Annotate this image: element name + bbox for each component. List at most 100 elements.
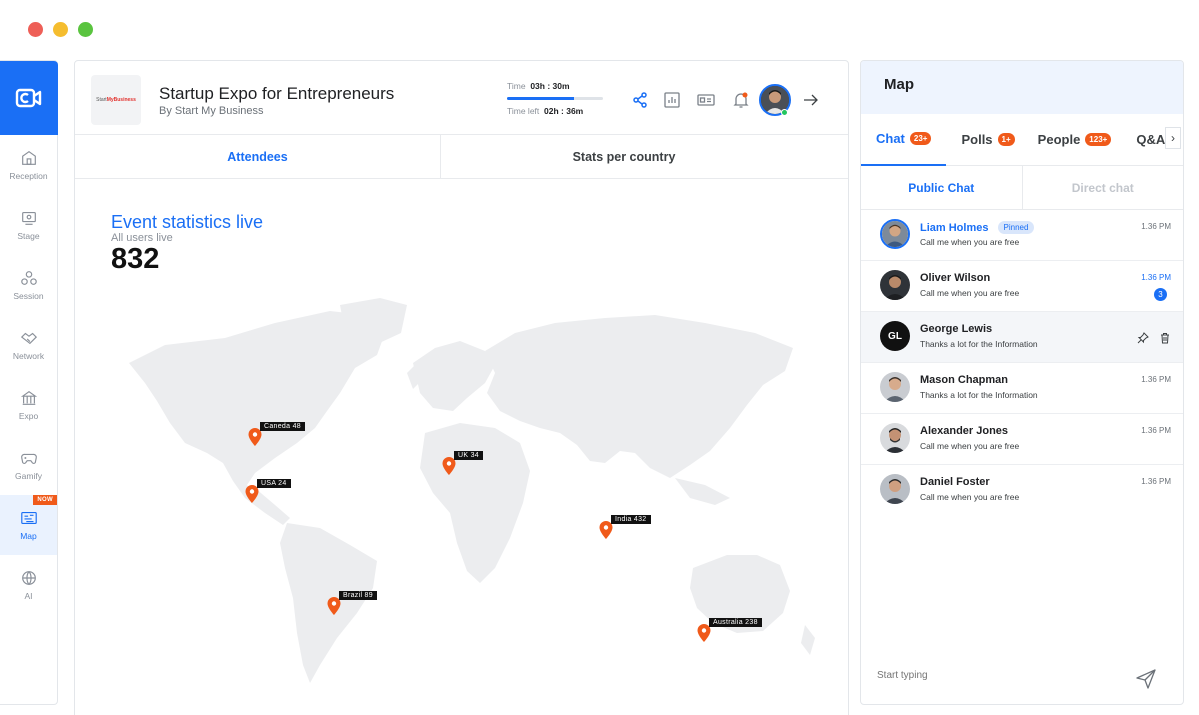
pin-label-brazil: Brazil 89 — [339, 591, 377, 600]
message-text: Call me when you are free — [920, 492, 1020, 502]
message-text: Thanks a lot for the Information — [920, 390, 1038, 400]
stage-icon — [21, 212, 36, 225]
pinned-badge: Pinned — [997, 221, 1035, 234]
event-logo-start: Start — [96, 97, 107, 103]
avatar — [880, 270, 910, 300]
time-progress-fill — [507, 97, 575, 100]
list-item[interactable]: Liam Holmes Pinned Call me when you are … — [861, 210, 1183, 261]
pin-label-australia: Australia 238 — [709, 618, 762, 627]
main-panel: Start MyBusiness Startup Expo for Entrepr… — [74, 60, 849, 715]
tab-polls-label: Polls — [961, 132, 993, 147]
right-panel-title: Map — [861, 61, 1183, 114]
list-item[interactable]: Daniel Foster Call me when you are free … — [861, 465, 1183, 516]
camera-logo-icon — [15, 88, 42, 108]
maximize-window-dot[interactable] — [78, 22, 93, 37]
minimize-window-dot[interactable] — [53, 22, 68, 37]
nav-map[interactable]: NOW Map — [0, 495, 57, 555]
pin-label-usa: USA 24 — [257, 479, 291, 488]
bell-icon[interactable] — [732, 91, 750, 109]
tab-direct-chat[interactable]: Direct chat — [1023, 166, 1184, 209]
avatar-portrait-icon — [880, 423, 910, 453]
trash-icon[interactable] — [1159, 332, 1171, 344]
chat-input[interactable] — [877, 670, 1127, 681]
tab-people-label: People — [1037, 132, 1081, 147]
nav-label: Map — [20, 531, 37, 541]
nav-reception[interactable]: Reception — [0, 135, 57, 195]
people-count-badge: 123+ — [1085, 133, 1112, 146]
id-card-icon[interactable] — [697, 91, 715, 109]
europe-shape — [413, 341, 495, 411]
message-text: Call me when you are free — [920, 288, 1020, 298]
tab-chat-label: Chat — [876, 131, 905, 146]
nav-stage[interactable]: Stage — [0, 195, 57, 255]
event-header: Start MyBusiness Startup Expo for Entrepr… — [75, 61, 848, 135]
gamepad-icon — [20, 453, 37, 464]
pin-label-uk: UK 34 — [454, 451, 483, 460]
avatar — [880, 423, 910, 453]
author-name: Liam Holmes — [920, 222, 989, 234]
new-badge: NOW — [33, 495, 57, 505]
avatar-portrait-icon — [880, 372, 910, 402]
list-item[interactable]: Mason Chapman Thanks a lot for the Infor… — [861, 363, 1183, 414]
app-logo[interactable] — [0, 61, 58, 135]
left-nav: Reception Stage Session Network Expo Gam… — [0, 60, 58, 705]
nav-label: Session — [13, 291, 44, 301]
message-text: Thanks a lot for the Information — [920, 339, 1038, 349]
map-icon — [20, 512, 37, 524]
polls-count-badge: 1+ — [997, 133, 1015, 146]
tab-qa-label: Q&A — [1136, 132, 1166, 147]
avatar-portrait-icon — [882, 221, 908, 247]
message-time: 1.36 PM — [1141, 426, 1171, 435]
tab-polls[interactable]: Polls 1+ — [946, 114, 1029, 166]
nav-ai[interactable]: AI — [0, 555, 57, 615]
nav-label: Network — [12, 351, 45, 361]
view-tabs: Attendees Stats per country — [75, 135, 848, 179]
nav-expo[interactable]: Expo — [0, 375, 57, 435]
tab-public-chat[interactable]: Public Chat — [861, 166, 1023, 209]
list-item[interactable]: Oliver Wilson Call me when you are free … — [861, 261, 1183, 312]
nav-label: Gamify — [15, 471, 42, 481]
tab-chat[interactable]: Chat 23+ — [861, 114, 947, 166]
unread-count-badge: 3 — [1154, 288, 1167, 301]
tab-attendees[interactable]: Attendees — [75, 135, 441, 178]
event-logo-business: MyBusiness — [106, 97, 136, 103]
tab-stats-per-country[interactable]: Stats per country — [441, 135, 807, 178]
stats-icon[interactable] — [663, 91, 681, 109]
nav-label: Reception — [9, 171, 48, 181]
event-title: Startup Expo for Entrepreneurs — [159, 84, 395, 103]
pin-label-canada: Caneda 48 — [260, 422, 305, 431]
message-author: Oliver Wilson — [920, 272, 991, 284]
world-map[interactable]: Caneda 48 USA 24 UK 34 India 432 Brazil … — [115, 293, 825, 693]
pin-icon[interactable] — [1137, 332, 1149, 344]
tab-people[interactable]: People 123+ — [1030, 114, 1127, 166]
list-item[interactable]: GL George Lewis Thanks a lot for the Inf… — [861, 312, 1183, 363]
message-text: Call me when you are free — [920, 441, 1020, 451]
close-window-dot[interactable] — [28, 22, 43, 37]
pin-label-india: India 432 — [611, 515, 651, 524]
nav-gamify[interactable]: Gamify — [0, 435, 57, 495]
send-icon[interactable] — [1135, 668, 1157, 690]
reception-icon — [21, 150, 36, 165]
avatar-portrait-icon — [880, 474, 910, 504]
handshake-icon — [20, 332, 37, 345]
africa-shape — [420, 423, 530, 583]
session-icon — [20, 271, 37, 285]
expo-icon — [20, 390, 37, 405]
avatar — [880, 474, 910, 504]
time-left-value: 02h : 36m — [544, 106, 584, 116]
nav-session[interactable]: Session — [0, 255, 57, 315]
message-author: George Lewis — [920, 323, 993, 335]
ai-icon — [21, 571, 36, 586]
share-icon[interactable] — [631, 91, 649, 109]
message-author: Mason Chapman — [920, 374, 1009, 386]
nav-network[interactable]: Network — [0, 315, 57, 375]
time-value: 03h : 30m — [530, 81, 570, 91]
time-label: Time — [507, 81, 526, 91]
world-map-shape — [129, 298, 815, 683]
list-item[interactable]: Alexander Jones Call me when you are fre… — [861, 414, 1183, 465]
tabs-next-button[interactable]: › — [1165, 127, 1181, 149]
arrow-right-icon[interactable] — [802, 91, 820, 109]
event-logo: Start MyBusiness — [91, 75, 141, 125]
chat-composer — [861, 650, 1183, 704]
chat-type-toggle: Public Chat Direct chat — [861, 166, 1183, 210]
